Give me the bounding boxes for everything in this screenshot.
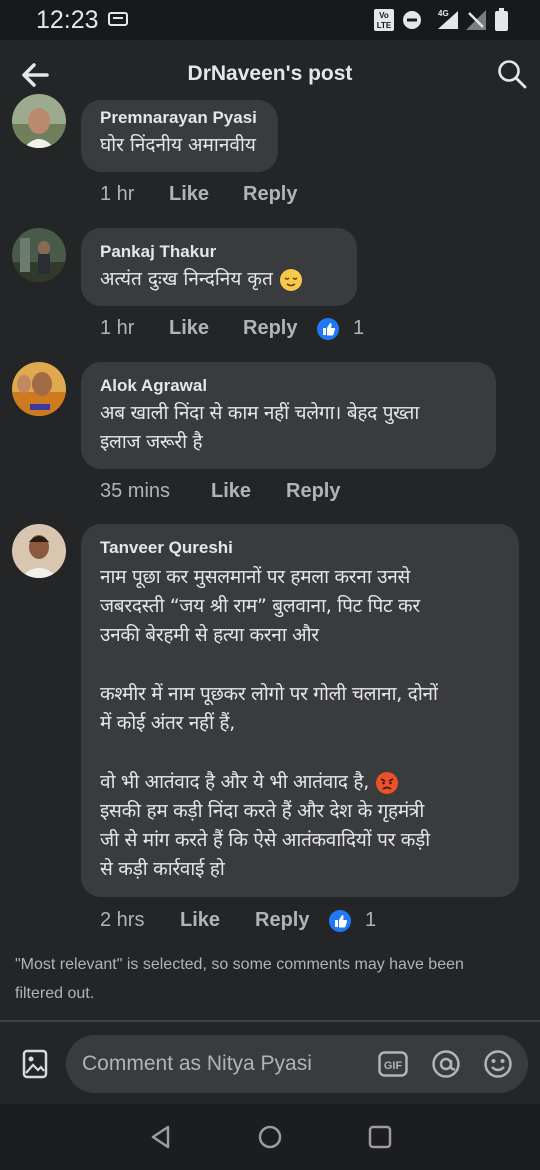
- comment-text-line: वो भी आतंवाद है और ये भी आतंवाद है,: [100, 771, 369, 793]
- reply-button[interactable]: Reply: [286, 480, 340, 503]
- reply-button[interactable]: Reply: [255, 909, 309, 932]
- comment-text: इलाज जरूरी है: [100, 431, 203, 453]
- svg-text:4G: 4G: [438, 9, 449, 18]
- comment-input[interactable]: Comment as Nitya Pyasi GIF: [66, 1035, 528, 1093]
- back-triangle-icon[interactable]: [148, 1124, 174, 1150]
- comment-bubble[interactable]: Pankaj Thakur अत्यंत दुःख निन्दनिय कृत: [81, 228, 357, 306]
- comment-text: कश्मीर में नाम पूछकर लोगो पर गोली चलाना,…: [100, 683, 438, 705]
- like-button[interactable]: Like: [169, 183, 209, 206]
- reaction-count[interactable]: 1: [353, 317, 364, 340]
- comment-text: से कड़ी कार्रवाई हो: [100, 858, 225, 880]
- post-header: DrNaveen's post: [0, 40, 540, 108]
- avatar[interactable]: [12, 524, 66, 578]
- commenter-name[interactable]: Pankaj Thakur: [100, 242, 216, 262]
- comment-text: अत्यंत दुःख निन्दनिय कृत: [100, 265, 303, 294]
- reply-button[interactable]: Reply: [243, 183, 297, 206]
- gif-icon[interactable]: GIF: [378, 1051, 408, 1077]
- system-navigation-bar: [0, 1104, 540, 1170]
- status-bar: 12:23 Vo LTE 4G: [0, 0, 540, 40]
- status-time: 12:23: [36, 6, 99, 34]
- like-button[interactable]: Like: [211, 480, 251, 503]
- comment-time: 1 hr: [100, 183, 135, 205]
- comment-text-line: अत्यंत दुःख निन्दनिय कृत: [100, 268, 273, 290]
- avatar[interactable]: [12, 94, 66, 148]
- angry-face-icon: [375, 771, 398, 794]
- comment-bubble[interactable]: Alok Agrawal अब खाली निंदा से काम नहीं च…: [81, 362, 496, 469]
- gif-label: GIF: [384, 1060, 403, 1072]
- no-signal-icon: [466, 10, 486, 30]
- comment-time: 35 mins: [100, 480, 171, 502]
- comment-text: वो भी आतंवाद है और ये भी आतंवाद है,: [100, 768, 399, 797]
- comment-time: 1 hr: [100, 317, 135, 339]
- 4g-signal-icon: 4G: [438, 9, 458, 29]
- emoji-icon[interactable]: [483, 1049, 513, 1079]
- comment-placeholder: Comment as Nitya Pyasi: [82, 1052, 312, 1075]
- search-icon[interactable]: [496, 58, 528, 90]
- home-circle-icon[interactable]: [257, 1124, 283, 1150]
- comment-bubble[interactable]: Tanveer Qureshi नाम पूछा कर मुसलमानों पर…: [81, 524, 519, 897]
- comment-text: अब खाली निंदा से काम नहीं चलेगा। बेहद पु…: [100, 402, 419, 424]
- comment-text: घोर निंदनीय अमानवीय: [100, 134, 256, 156]
- like-reaction-icon[interactable]: [329, 910, 351, 932]
- battery-icon: [495, 8, 508, 31]
- comment-bubble[interactable]: Premnarayan Pyasi घोर निंदनीय अमानवीय: [81, 100, 278, 172]
- comment-text: नाम पूछा कर मुसलमानों पर हमला करना उनसे: [100, 566, 411, 588]
- like-button[interactable]: Like: [180, 909, 220, 932]
- commenter-name[interactable]: Tanveer Qureshi: [100, 538, 233, 558]
- commenter-name[interactable]: Premnarayan Pyasi: [100, 108, 257, 128]
- avatar[interactable]: [12, 228, 66, 282]
- volte-icon: Vo LTE: [374, 9, 394, 31]
- do-not-disturb-icon: [403, 11, 421, 29]
- comment-text: उनकी बेरहमी से हत्या करना और: [100, 624, 319, 646]
- comment-time: 2 hrs: [100, 909, 145, 931]
- like-button[interactable]: Like: [169, 317, 209, 340]
- comment-text: में कोई अंतर नहीं हैं,: [100, 712, 235, 734]
- comment-text: इसकी हम कड़ी निंदा करते हैं और देश के गृ…: [100, 800, 424, 822]
- commenter-name[interactable]: Alok Agrawal: [100, 376, 207, 396]
- relieved-face-icon: [279, 268, 302, 291]
- svg-text:Vo: Vo: [379, 11, 389, 20]
- filter-notice: "Most relevant" is selected, so some com…: [15, 956, 464, 1002]
- reaction-count[interactable]: 1: [365, 909, 376, 932]
- avatar[interactable]: [12, 362, 66, 416]
- page-title: DrNaveen's post: [187, 62, 353, 85]
- photo-icon[interactable]: [22, 1049, 48, 1079]
- comment-text: जबरदस्ती “जय श्री राम” बुलवाना, पिट पिट …: [100, 595, 420, 617]
- comment-composer: Comment as Nitya Pyasi GIF: [0, 1022, 540, 1102]
- mention-icon[interactable]: [431, 1049, 461, 1079]
- reply-button[interactable]: Reply: [243, 317, 297, 340]
- like-reaction-icon[interactable]: [317, 318, 339, 340]
- recents-square-icon[interactable]: [367, 1124, 393, 1150]
- screenshot-icon: [108, 12, 128, 26]
- svg-text:LTE: LTE: [377, 21, 392, 30]
- comment-text: जी से मांग करते हैं कि ऐसे आतंकवादियों प…: [100, 829, 430, 851]
